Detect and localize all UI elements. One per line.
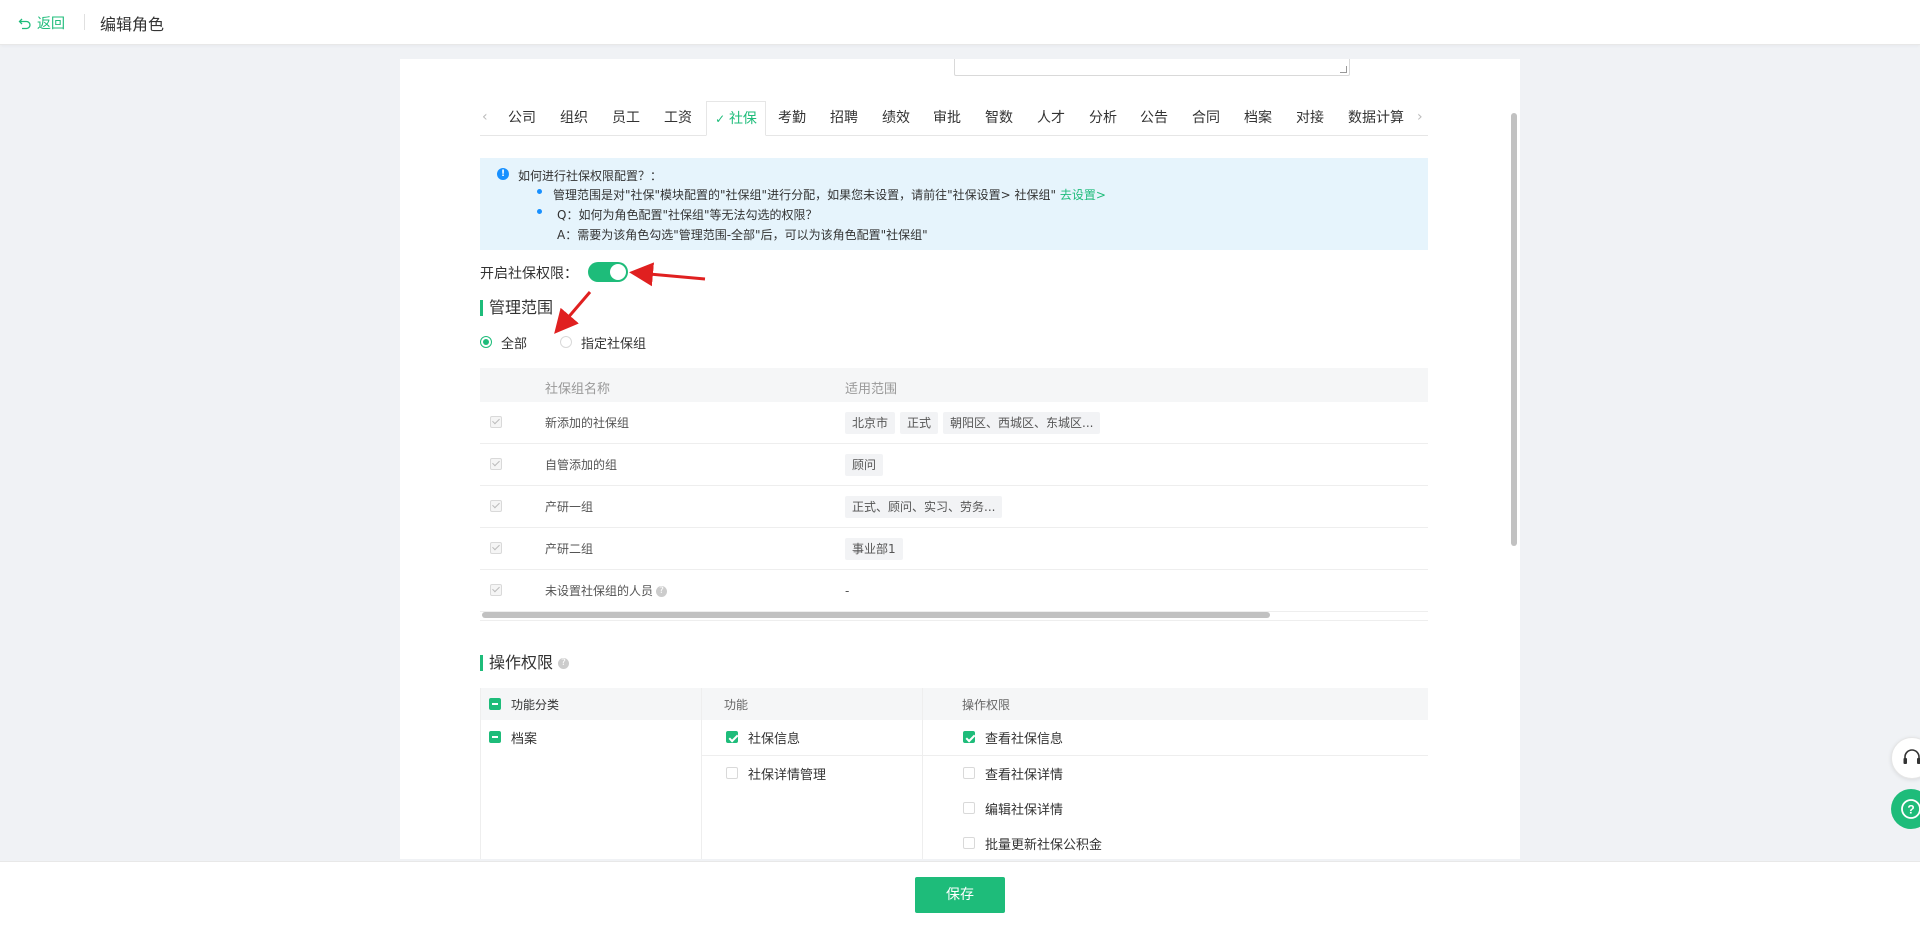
group-name: 新添加的社保组 (545, 416, 630, 430)
scope-tags: 顾问 (845, 454, 888, 476)
table-row: 产研二组 事业部1 (480, 528, 1428, 570)
group-name: 产研一组 (545, 500, 594, 514)
func-social-info: 社保信息 (748, 732, 801, 747)
column-divider (922, 688, 923, 859)
scope-tags: 事业部1 (845, 538, 908, 560)
page-title: 编辑角色 (100, 15, 165, 34)
scope-tag: 朝阳区、西城区、东城区... (943, 412, 1101, 434)
func-social-detail-checkbox[interactable] (726, 767, 738, 779)
scope-tag: 正式 (900, 412, 939, 434)
customer-service-button[interactable] (1891, 737, 1920, 779)
group-name: 产研二组 (545, 542, 594, 556)
svg-text:?: ? (1907, 803, 1914, 817)
help-icon[interactable]: ? (656, 586, 668, 597)
category-archive: 档案 (511, 732, 538, 747)
row-checkbox[interactable] (490, 458, 502, 470)
op-edit-detail-checkbox[interactable] (963, 802, 975, 814)
arrow-to-switch (629, 262, 706, 287)
op-batch-update: 批量更新社保公积金 (985, 838, 1103, 853)
scope-tag: 北京市 (845, 412, 896, 434)
annotation-arrows (554, 262, 706, 334)
col-category: 功能分类 (511, 698, 560, 712)
social-security-group-table: 社保组名称 适用范围 新添加的社保组 北京市 正式 朝阳区、西城区、东城区... 自… (480, 368, 1428, 612)
group-name: 自管添加的组 (545, 458, 618, 472)
archive-category-checkbox[interactable] (489, 731, 501, 743)
col-function: 功能 (724, 698, 749, 712)
col-scope: 适用范围 (845, 382, 898, 397)
table-row: 未设置社保组的人员? - (480, 570, 1428, 612)
scope-all-label: 全部 (501, 337, 528, 352)
header-divider (84, 14, 85, 30)
question-icon: ? (1901, 799, 1920, 819)
op-view-info: 查看社保信息 (985, 732, 1064, 747)
permissions-table-header (480, 688, 1428, 720)
scrollbar-thumb[interactable] (482, 612, 1270, 618)
column-divider (701, 688, 702, 859)
op-view-detail-checkbox[interactable] (963, 767, 975, 779)
back-label: 返回 (37, 16, 65, 32)
scope-specific-radio[interactable] (560, 336, 572, 348)
func-social-detail: 社保详情管理 (748, 768, 827, 783)
help-center-button[interactable]: ? (1891, 789, 1920, 829)
scope-empty: - (845, 584, 850, 598)
table-row: 自管添加的组 顾问 (480, 444, 1428, 486)
save-button[interactable]: 保存 (915, 877, 1005, 913)
group-table-header: 社保组名称 适用范围 (480, 368, 1428, 402)
op-edit-detail: 编辑社保详情 (985, 803, 1064, 818)
page-vertical-scrollbar[interactable] (1511, 113, 1517, 546)
category-select-all-checkbox[interactable] (489, 698, 501, 710)
arrow-to-radio (554, 291, 592, 334)
scope-tags: 正式、顾问、实习、劳务... (845, 496, 1007, 518)
management-scope-title: 管理范围 (480, 300, 553, 316)
row-checkbox[interactable] (490, 416, 502, 428)
col-operations: 操作权限 (962, 698, 1011, 712)
row-checkbox[interactable] (490, 584, 502, 596)
top-bar: 返回 编辑角色 (0, 0, 1920, 45)
scope-specific-label: 指定社保组 (581, 337, 647, 352)
table-row: 新添加的社保组 北京市 正式 朝阳区、西城区、东城区... (480, 402, 1428, 444)
headset-icon (1903, 749, 1920, 764)
operation-permissions-title: 操作权限? (480, 653, 570, 672)
table-row: 产研一组 正式、顾问、实习、劳务... (480, 486, 1428, 528)
op-batch-update-checkbox[interactable] (963, 837, 975, 849)
table-horizontal-scrollbar[interactable] (480, 610, 1428, 621)
operation-permissions-text: 操作权限 (489, 653, 554, 672)
scope-tag: 事业部1 (845, 538, 903, 560)
scope-tag: 顾问 (845, 454, 884, 476)
undo-icon (18, 18, 31, 30)
scope-all-radio[interactable] (480, 336, 492, 348)
op-view-info-checkbox[interactable] (963, 731, 975, 743)
group-name-text: 未设置社保组的人员 (545, 584, 654, 598)
column-divider (480, 688, 481, 859)
op-view-detail: 查看社保详情 (985, 768, 1064, 783)
back-button[interactable]: 返回 (18, 13, 65, 33)
group-name: 未设置社保组的人员? (545, 582, 668, 599)
func-social-info-checkbox[interactable] (726, 731, 738, 743)
row-checkbox[interactable] (490, 542, 502, 554)
row-checkbox[interactable] (490, 500, 502, 512)
bottom-action-bar: 保存 (0, 861, 1920, 930)
scope-tag: 正式、顾问、实习、劳务... (845, 496, 1003, 518)
operation-permissions-table: 功能分类 功能 操作权限 档案 社保信息 社保详情管理 查看社保信息 查看社保详… (480, 688, 1428, 859)
row-divider (701, 755, 1428, 756)
scope-tags: 北京市 正式 朝阳区、西城区、东城区... (845, 412, 1105, 434)
col-group-name: 社保组名称 (545, 382, 611, 397)
main-panel: ‹ 公司 组织 员工 工资 ✓ 社保 考勤 招聘 绩效 审批 智数 人才 分析 … (400, 59, 1520, 859)
help-icon[interactable]: ? (558, 658, 570, 669)
